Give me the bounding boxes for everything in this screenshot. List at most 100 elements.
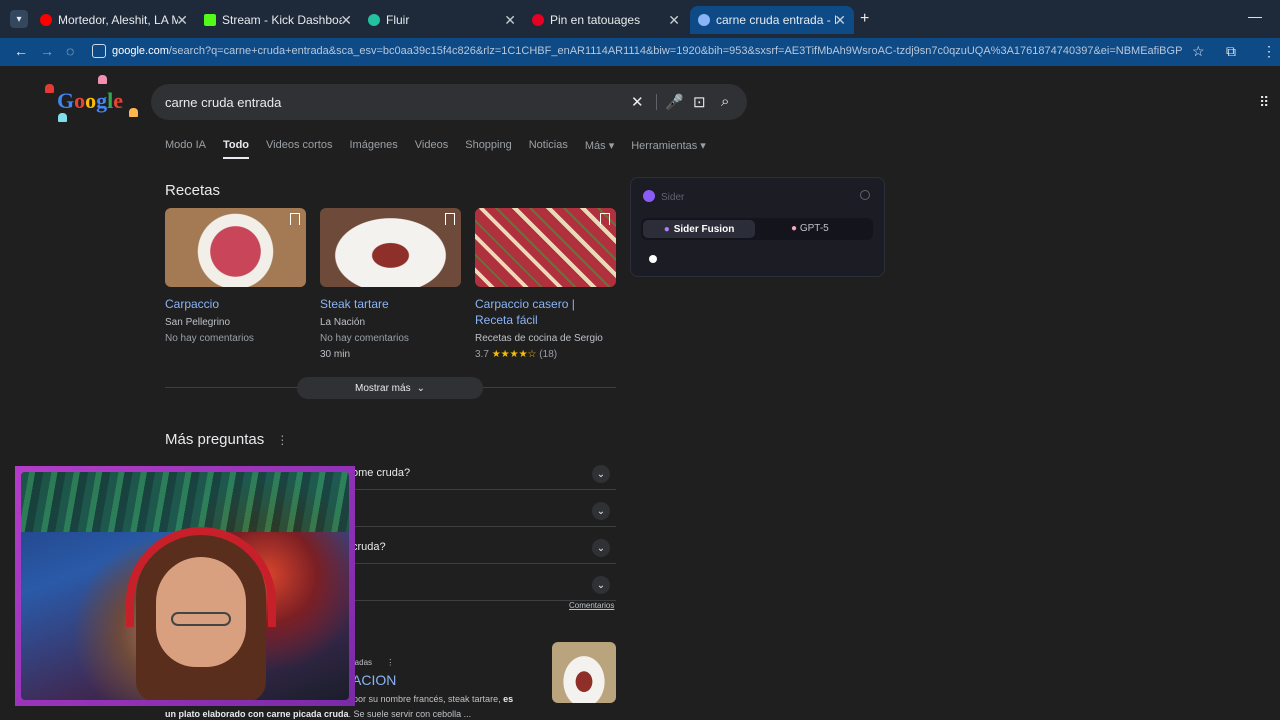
tab-youtube[interactable]: Mortedor, Aleshit, LA MAFIA CLI ✕ bbox=[32, 6, 196, 34]
tab-title: Mortedor, Aleshit, LA MAFIA CLI bbox=[58, 13, 178, 27]
tab-pinterest[interactable]: Pin en tatouages ✕ bbox=[524, 6, 688, 34]
close-icon[interactable]: ✕ bbox=[834, 12, 846, 29]
back-arrow-icon[interactable]: ← bbox=[14, 43, 28, 59]
faq-question: cruda? bbox=[352, 541, 386, 553]
webcam-overlay bbox=[15, 466, 355, 706]
recipe-card[interactable]: Steak tartare La Nación No hay comentari… bbox=[320, 208, 461, 360]
minimize-button[interactable]: — bbox=[1248, 8, 1262, 24]
filter-modo-ia[interactable]: Modo IA bbox=[165, 139, 206, 159]
url-path: /search?q=carne+cruda+entrada&sca_esv=bc… bbox=[168, 45, 1182, 57]
tab-title: Fluir bbox=[386, 13, 410, 27]
browser-toolbar: ← → ◌ google.com/search?q=carne+cruda+en… bbox=[0, 38, 1280, 66]
faq-heading-label: Más preguntas bbox=[165, 431, 265, 448]
snippet-bold: es bbox=[503, 694, 514, 704]
recipe-time: 30 min bbox=[320, 349, 351, 360]
star-rating-icon: ★★★★☆ bbox=[491, 349, 537, 360]
faq-item[interactable]: ⌄ bbox=[350, 565, 616, 601]
filter-noticias[interactable]: Noticias bbox=[529, 139, 568, 159]
webcam-video bbox=[21, 472, 349, 700]
close-icon[interactable]: ✕ bbox=[176, 12, 188, 29]
fluir-icon bbox=[368, 14, 380, 26]
tab-kick[interactable]: Stream - Kick Dashboard ✕ bbox=[196, 6, 360, 34]
menu-icon[interactable]: ⋮ bbox=[1262, 43, 1276, 60]
loading-dot-icon bbox=[649, 255, 657, 263]
filter-videos-cortos[interactable]: Videos cortos bbox=[266, 139, 332, 159]
divider bbox=[656, 94, 657, 110]
recipe-title[interactable]: Carpaccio casero | Receta fácil bbox=[475, 296, 616, 328]
result-snippet: por su nombre francés, steak tartare, es bbox=[353, 694, 543, 704]
filter-todo[interactable]: Todo bbox=[222, 139, 250, 159]
chevron-down-icon[interactable]: ⌄ bbox=[592, 539, 610, 557]
search-filters: Modo IA Todo Videos cortos Imágenes Vide… bbox=[165, 139, 706, 159]
faq-item[interactable]: cruda? ⌄ bbox=[350, 528, 616, 564]
search-box[interactable]: carne cruda entrada ✕ 🎤 ⊡ ⌕ bbox=[151, 84, 747, 120]
settings-icon[interactable] bbox=[860, 190, 870, 200]
chevron-down-icon[interactable]: ⌄ bbox=[592, 502, 610, 520]
google-icon bbox=[698, 14, 710, 26]
recipe-title[interactable]: Carpaccio bbox=[165, 296, 306, 312]
tab-gpt5[interactable]: ● GPT-5 bbox=[791, 223, 829, 234]
snippet-text: . Se suele servir con cebolla ... bbox=[348, 709, 472, 719]
bookmark-icon[interactable] bbox=[290, 213, 300, 225]
recipe-source: Recetas de cocina de Sergio bbox=[475, 333, 603, 344]
faq-question: ome cruda? bbox=[352, 467, 411, 479]
recipe-source: La Nación bbox=[320, 317, 366, 328]
result-source-label: radas bbox=[352, 658, 373, 667]
recipe-image bbox=[165, 208, 306, 287]
filter-mas[interactable]: Más ▾ bbox=[585, 139, 614, 159]
gpt-icon: ● bbox=[791, 223, 798, 234]
bookmark-icon[interactable] bbox=[600, 213, 610, 225]
result-thumbnail[interactable] bbox=[552, 642, 616, 703]
search-input[interactable]: carne cruda entrada bbox=[165, 95, 281, 110]
extensions-icon[interactable]: ⧉ bbox=[1226, 43, 1236, 60]
microphone-icon[interactable]: 🎤 bbox=[665, 93, 684, 111]
bookmark-star-icon[interactable]: ☆ bbox=[1192, 43, 1205, 60]
lens-icon[interactable]: ⊡ bbox=[693, 93, 706, 111]
show-more-label: Mostrar más bbox=[355, 382, 411, 394]
faq-item[interactable]: ⌄ bbox=[350, 491, 616, 527]
filter-videos[interactable]: Videos bbox=[415, 139, 448, 159]
chevron-down-icon[interactable]: ⌄ bbox=[592, 465, 610, 483]
close-icon[interactable]: ✕ bbox=[340, 12, 352, 29]
result-title[interactable]: ACION bbox=[352, 672, 396, 688]
filter-imagenes[interactable]: Imágenes bbox=[349, 139, 397, 159]
rating-value: 3.7 bbox=[475, 349, 489, 360]
comments-link[interactable]: Comentarios bbox=[569, 601, 614, 610]
tab-google-search[interactable]: carne cruda entrada - Buscar c ✕ bbox=[690, 6, 854, 34]
new-tab-button[interactable]: + bbox=[860, 10, 869, 28]
headset bbox=[126, 527, 276, 627]
sider-model-tabs: ● Sider Fusion ● GPT-5 bbox=[641, 218, 873, 240]
more-options-icon[interactable]: ⋮ bbox=[276, 433, 288, 447]
url-domain: google.com bbox=[112, 45, 169, 57]
tab-title: carne cruda entrada - Buscar c bbox=[716, 13, 836, 27]
recipe-reviews: No hay comentarios bbox=[165, 333, 254, 344]
forward-arrow-icon[interactable]: → bbox=[40, 43, 54, 59]
close-icon[interactable]: ✕ bbox=[668, 12, 680, 29]
faq-item[interactable]: ome cruda? ⌄ bbox=[350, 454, 616, 490]
google-logo[interactable]: Google bbox=[57, 88, 123, 114]
tab-fluir[interactable]: Fluir ✕ bbox=[360, 6, 524, 34]
chevron-down-icon[interactable]: ⌄ bbox=[592, 576, 610, 594]
result-source: radas ⋮ bbox=[352, 658, 394, 667]
recipe-source: San Pellegrino bbox=[165, 317, 231, 328]
plants-decoration bbox=[21, 472, 349, 532]
filter-shopping[interactable]: Shopping bbox=[465, 139, 512, 159]
tab-search-chevron-icon[interactable]: ▾ bbox=[10, 10, 28, 28]
apps-grid-icon[interactable]: ⠿ bbox=[1259, 94, 1269, 111]
ghost-icon bbox=[129, 108, 138, 117]
search-icon[interactable]: ⌕ bbox=[721, 93, 729, 110]
filter-herramientas[interactable]: Herramientas ▾ bbox=[631, 139, 706, 159]
close-icon[interactable]: ✕ bbox=[504, 12, 516, 29]
recipe-card[interactable]: Carpaccio San Pellegrino No hay comentar… bbox=[165, 208, 306, 344]
bookmark-icon[interactable] bbox=[445, 213, 455, 225]
show-more-button[interactable]: Mostrar más ⌄ bbox=[297, 377, 483, 399]
clear-icon[interactable]: ✕ bbox=[631, 93, 644, 111]
faq-heading: Más preguntas ⋮ bbox=[165, 431, 288, 448]
recipe-card[interactable]: Carpaccio casero | Receta fácil Recetas … bbox=[475, 208, 616, 360]
result-snippet: un plato elaborado con carne picada crud… bbox=[165, 709, 471, 719]
recipe-title[interactable]: Steak tartare bbox=[320, 296, 461, 312]
tab-sider-fusion[interactable]: ● Sider Fusion bbox=[643, 220, 755, 238]
site-settings-icon[interactable] bbox=[92, 44, 106, 58]
more-options-icon[interactable]: ⋮ bbox=[386, 658, 394, 667]
address-bar[interactable]: google.com/search?q=carne+cruda+entrada&… bbox=[112, 45, 1182, 57]
